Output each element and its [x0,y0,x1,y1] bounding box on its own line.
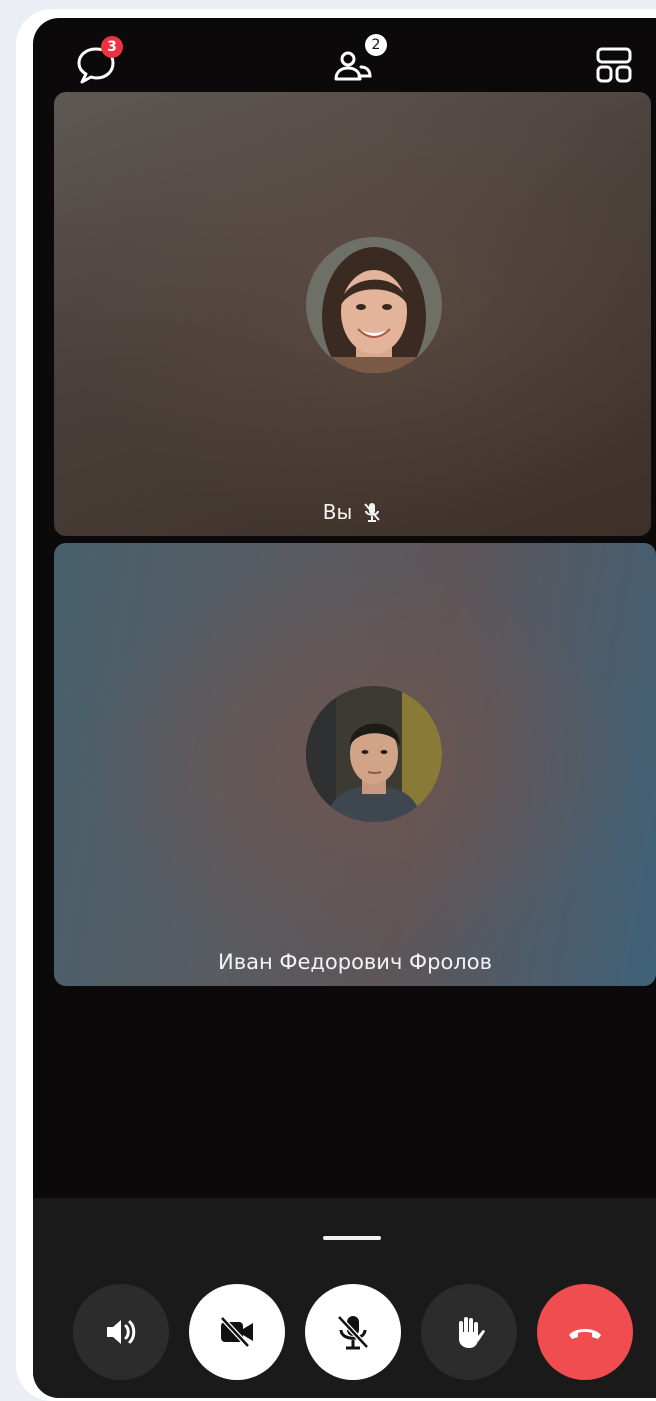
raise-hand-button[interactable] [421,1284,517,1380]
call-screen: 3 2 Вы Иван Федорович Фролов [33,18,656,1398]
speaker-button[interactable] [73,1284,169,1380]
grid-layout-icon [596,47,632,83]
speaker-icon [107,1320,136,1344]
call-controls-panel [33,1198,656,1398]
self-video-tile[interactable]: Вы [54,92,651,536]
video-off-icon [220,1316,253,1348]
self-name: Вы [322,500,353,524]
mic-muted-icon [364,503,381,522]
layout-button[interactable] [589,40,639,90]
end-call-button[interactable] [537,1284,633,1380]
participants-button[interactable]: 2 [329,34,387,90]
chat-unread-badge: 3 [101,36,123,58]
microphone-toggle-button[interactable] [305,1284,401,1380]
participant-name: Иван Федорович Фролов [218,950,492,974]
raise-hand-icon [459,1317,485,1348]
mic-off-icon [337,1315,369,1350]
video-toggle-button[interactable] [189,1284,285,1380]
participant-name-label: Иван Федорович Фролов [54,950,656,974]
self-avatar [306,237,442,373]
self-name-label: Вы [54,500,651,524]
hang-up-icon [569,1329,601,1339]
participant-avatar [306,686,442,822]
participants-count-badge: 2 [365,34,387,56]
chat-button[interactable]: 3 [71,36,123,90]
participant-video-tile[interactable]: Иван Федорович Фролов [54,543,656,986]
panel-drag-handle[interactable] [323,1236,381,1240]
